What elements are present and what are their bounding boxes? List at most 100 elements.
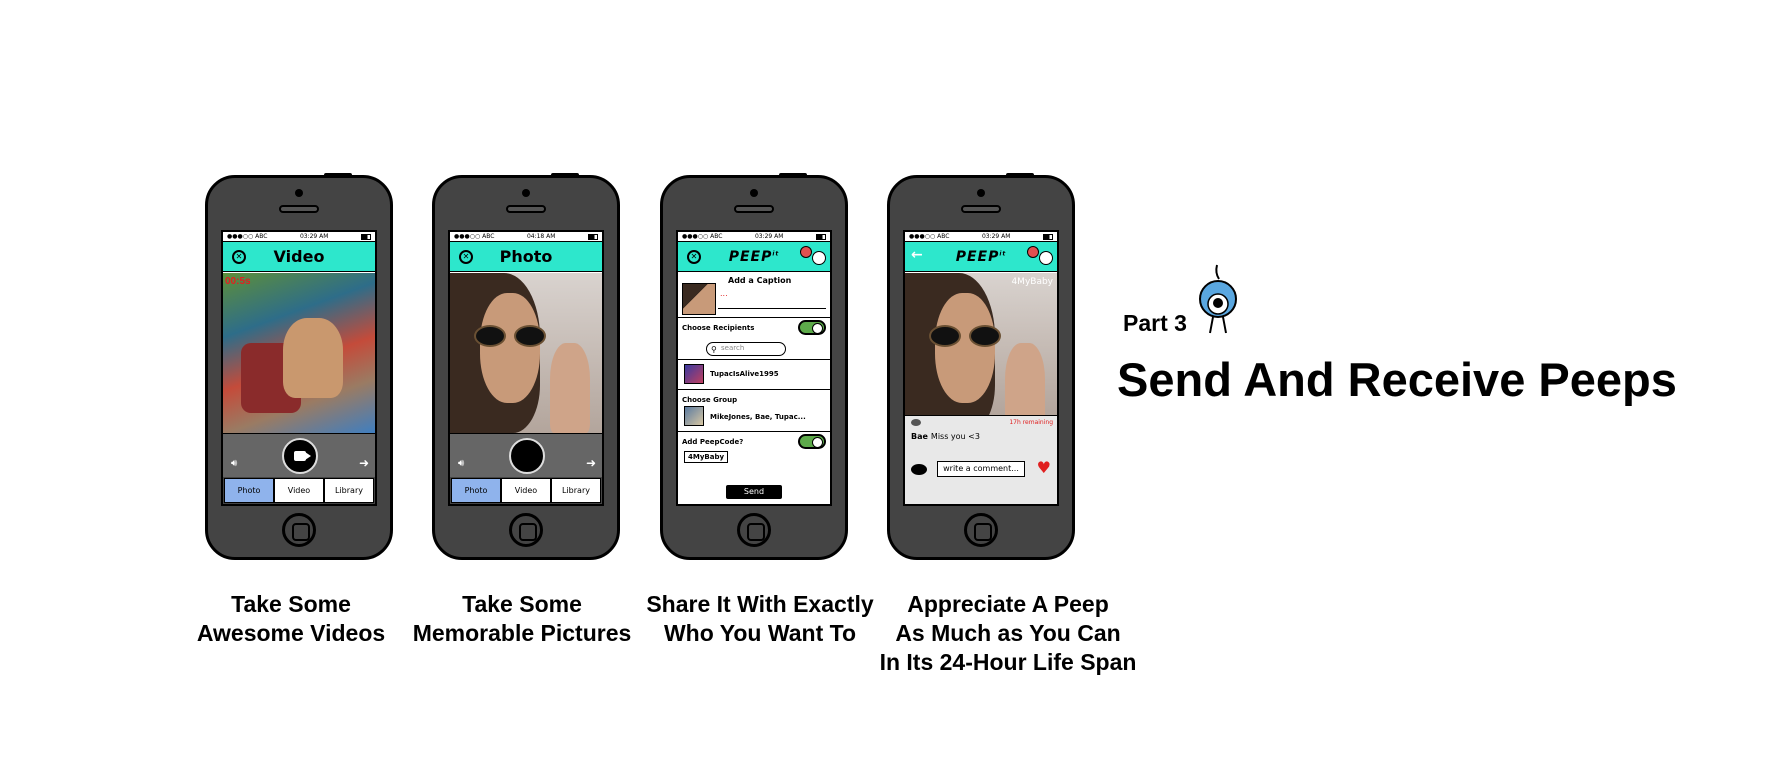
clock: 03:29 AM	[754, 233, 784, 240]
caption-pictures: Take Some Memorable Pictures	[412, 591, 632, 646]
send-button[interactable]: Send	[726, 485, 782, 499]
battery-icon	[1043, 234, 1053, 240]
camera-preview	[223, 273, 375, 433]
profile-icon[interactable]	[1039, 251, 1053, 265]
peace-sign-hand	[1005, 343, 1045, 415]
battery-icon	[816, 234, 826, 240]
close-icon[interactable]: ✕	[459, 250, 473, 264]
media-tabs: Photo Video Library	[223, 477, 375, 504]
commenter-name: Bae	[911, 432, 928, 441]
volume-icon[interactable]: 🔊︎	[231, 458, 237, 469]
peepcode-field[interactable]: 4MyBaby	[684, 451, 729, 463]
heart-icon[interactable]: ♥	[1037, 458, 1051, 477]
caption-input[interactable]: ...	[718, 289, 826, 309]
screen-title: Video	[273, 247, 325, 266]
back-arrow-icon[interactable]: ←	[911, 247, 923, 263]
power-button	[551, 173, 579, 178]
recipient-name: TupacIsAlive1995	[710, 370, 779, 378]
earpiece-speaker	[506, 205, 546, 213]
logo-sup: it	[772, 249, 780, 257]
recording-timer: 00:5s	[225, 276, 251, 287]
comment-section: 17h remaining Bae Miss you <3 write a com…	[905, 415, 1057, 504]
clock: 03:29 AM	[299, 233, 329, 240]
close-icon[interactable]: ✕	[232, 250, 246, 264]
group-section[interactable]: Choose Group MikeJones, Bae, Tupac...	[678, 390, 830, 432]
caption-share: Share It With Exactly Who You Want To	[646, 591, 874, 646]
search-placeholder: search	[721, 344, 745, 352]
close-icon[interactable]: ✕	[687, 250, 701, 264]
phone-view: ●●●○○ ABC 03:29 AM ← PEEPit 4MyBaby 17h …	[887, 173, 1075, 560]
peepcode-section: Add PeepCode? 4MyBaby	[678, 432, 830, 474]
caption-appreciate: Appreciate A Peep As Much as You Can In …	[879, 591, 1137, 675]
comment-text: Miss you <3	[930, 432, 980, 441]
tab-video[interactable]: Video	[501, 478, 551, 503]
logo-text: PEEP	[955, 248, 1000, 265]
battery-icon	[588, 234, 598, 240]
earpiece-speaker	[279, 205, 319, 213]
shutter-button[interactable]	[509, 438, 545, 474]
comment-count-icon	[911, 419, 921, 426]
capture-bar: 🔊︎ ➜	[450, 433, 602, 477]
battery-icon	[361, 234, 371, 240]
app-logo: PEEPit	[729, 249, 780, 265]
logo-sup: it	[999, 249, 1007, 257]
choose-recipients-label: Choose Recipients	[682, 324, 755, 332]
screen: ●●●○○ ABC 04:18 AM ✕ Photo 🔊︎ ➜ Photo Vi…	[448, 230, 604, 506]
home-button[interactable]	[964, 513, 998, 547]
face	[480, 293, 540, 403]
screen: ●●●○○ ABC 03:29 AM ✕ Video 00:5s 🔊︎ ➜ Ph…	[221, 230, 377, 506]
status-bar: ●●●○○ ABC 03:29 AM	[678, 232, 830, 242]
carrier-label: ●●●○○ ABC	[909, 233, 950, 240]
add-peepcode-label: Add PeepCode?	[682, 438, 744, 446]
status-bar: ●●●○○ ABC 04:18 AM	[450, 232, 602, 242]
recipient-row[interactable]: TupacIsAlive1995	[678, 360, 830, 390]
tab-library[interactable]: Library	[324, 478, 374, 503]
carrier-label: ●●●○○ ABC	[227, 233, 268, 240]
search-input[interactable]: ⚲ search	[706, 342, 786, 356]
notification-icon[interactable]	[1027, 246, 1039, 258]
tab-video[interactable]: Video	[274, 478, 324, 503]
carrier-label: ●●●○○ ABC	[682, 233, 723, 240]
volume-icon[interactable]: 🔊︎	[458, 458, 464, 469]
next-arrow-icon[interactable]: ➜	[359, 456, 369, 470]
media-tabs: Photo Video Library	[450, 477, 602, 504]
screen: ●●●○○ ABC 03:29 AM ← PEEPit 4MyBaby 17h …	[903, 230, 1059, 506]
group-avatar	[684, 406, 704, 426]
peepcode-toggle[interactable]	[798, 434, 826, 449]
home-button[interactable]	[737, 513, 771, 547]
front-camera	[977, 189, 985, 197]
time-remaining: 17h remaining	[1009, 419, 1053, 426]
status-bar: ●●●○○ ABC 03:29 AM	[905, 232, 1057, 242]
logo-text: PEEP	[728, 248, 773, 265]
power-button	[779, 173, 807, 178]
home-button[interactable]	[509, 513, 543, 547]
screen-title: Photo	[499, 247, 553, 266]
status-bar: ●●●○○ ABC 03:29 AM	[223, 232, 375, 242]
power-button	[1006, 173, 1034, 178]
notification-icon[interactable]	[800, 246, 812, 258]
phone-share: ●●●○○ ABC 03:29 AM ✕ PEEPit Add a Captio…	[660, 173, 848, 560]
next-arrow-icon[interactable]: ➜	[586, 456, 596, 470]
clock: 04:18 AM	[526, 233, 556, 240]
earpiece-speaker	[734, 205, 774, 213]
caption-section: Add a Caption ...	[678, 273, 830, 318]
photo-thumbnail	[682, 283, 716, 315]
profile-icon[interactable]	[812, 251, 826, 265]
record-button[interactable]	[282, 438, 318, 474]
clock: 03:29 AM	[981, 233, 1011, 240]
home-button[interactable]	[282, 513, 316, 547]
capture-bar: 🔊︎ ➜	[223, 433, 375, 477]
title-bar: ✕ PEEPit	[678, 242, 830, 272]
photo-tag: 4MyBaby	[1011, 277, 1053, 287]
app-logo: PEEPit	[956, 249, 1007, 265]
title-bar: ✕ Video	[223, 242, 375, 272]
recipients-toggle[interactable]	[798, 320, 826, 335]
front-camera	[522, 189, 530, 197]
chat-bubble-icon[interactable]	[911, 464, 927, 475]
page-headline: Send And Receive Peeps	[1117, 353, 1677, 406]
comment-input[interactable]: write a comment...	[937, 461, 1025, 477]
camera-preview	[450, 273, 602, 433]
tab-photo[interactable]: Photo	[451, 478, 501, 503]
tab-photo[interactable]: Photo	[224, 478, 274, 503]
tab-library[interactable]: Library	[551, 478, 601, 503]
